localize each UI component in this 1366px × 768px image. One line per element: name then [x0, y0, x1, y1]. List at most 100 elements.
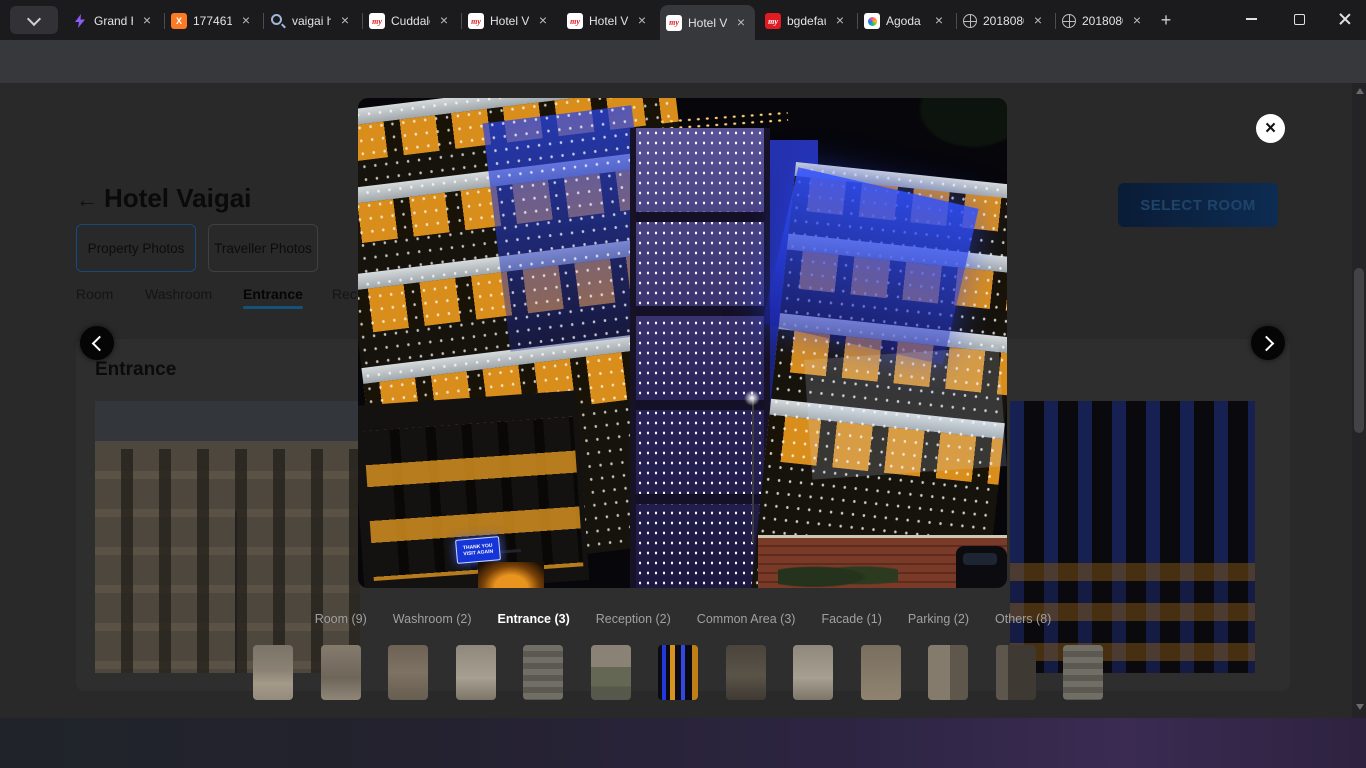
tab-title: Cuddalo [391, 14, 430, 28]
photo-lamp-post [752, 398, 754, 543]
photo-thumbnail[interactable] [793, 645, 833, 700]
lightning-favicon-icon [72, 13, 88, 29]
taskbar: 4 28°C Partly cloudy Search ⚙ X [0, 718, 1366, 768]
tab-title: 2018080 [1082, 14, 1123, 28]
tab-title: Agoda | [886, 14, 925, 28]
browser-tab[interactable]: 2018080 × [957, 5, 1052, 37]
photo-thumbnail[interactable] [523, 645, 563, 700]
category-room[interactable]: Room (9) [315, 612, 367, 626]
traveller-photos-tab[interactable]: Traveller Photos [208, 224, 318, 272]
carousel-previous-photo[interactable] [95, 401, 360, 673]
tab-close-icon[interactable]: × [1129, 13, 1145, 29]
tab-close-icon[interactable]: × [337, 13, 353, 29]
page-title: Hotel Vaigai [104, 183, 251, 214]
globe-favicon-icon [1062, 14, 1076, 28]
photo-thumbnail[interactable] [1063, 645, 1103, 700]
close-icon [1339, 13, 1351, 25]
photo-lamp-light [744, 390, 760, 406]
category-common-area[interactable]: Common Area (3) [697, 612, 796, 626]
previous-photo-button[interactable] [80, 326, 114, 360]
tab-close-icon[interactable]: × [931, 13, 947, 29]
browser-tab[interactable]: Agoda | × [858, 5, 953, 37]
gallery-main-photo[interactable]: THANK YOU VISIT AGAIN [358, 98, 1007, 588]
photo-thumbnail[interactable] [996, 645, 1036, 700]
property-photos-tab[interactable]: Property Photos [76, 224, 196, 272]
tab-title: Grand H [94, 14, 133, 28]
window-minimize-button[interactable] [1228, 0, 1274, 38]
photo-thumbnail-selected[interactable] [658, 645, 698, 700]
photo-thumbnail[interactable] [591, 645, 631, 700]
tab-close-icon[interactable]: × [436, 13, 452, 29]
photo-pole [235, 511, 237, 673]
tab-reception[interactable]: Rec [332, 286, 357, 302]
globe-favicon-icon [963, 14, 977, 28]
photo-welcome-sign: THANK YOU VISIT AGAIN [455, 536, 501, 564]
tab-close-icon[interactable]: × [634, 13, 650, 29]
browser-tab[interactable]: X 1774614 × [165, 5, 260, 37]
tab-room[interactable]: Room [76, 286, 113, 302]
photo-thumbnail[interactable] [321, 645, 361, 700]
tab-close-icon[interactable]: × [832, 13, 848, 29]
scrollbar-thumb[interactable] [1354, 268, 1364, 433]
category-facade[interactable]: Facade (1) [821, 612, 881, 626]
photo-plants [778, 560, 898, 588]
browser-tab[interactable]: 2018080 × [1056, 5, 1151, 37]
browser-tab-active[interactable]: my Hotel Va × [660, 5, 755, 40]
photo-thumbnail[interactable] [861, 645, 901, 700]
chevron-left-icon [91, 335, 107, 351]
photo-windows [95, 449, 360, 673]
chevron-right-icon [1258, 335, 1274, 351]
carousel-next-photo[interactable] [1010, 401, 1255, 673]
makemytrip-favicon-icon: my [468, 13, 484, 29]
tab-close-icon[interactable]: × [733, 15, 749, 31]
sign-line-2: VISIT AGAIN [463, 549, 493, 558]
search-favicon-icon [270, 13, 286, 29]
tab-title: Hotel Va [490, 14, 529, 28]
tab-title: Hotel Va [589, 14, 628, 28]
gallery-close-button[interactable]: × [1256, 114, 1285, 143]
category-entrance[interactable]: Entrance (3) [498, 612, 570, 626]
chevron-down-icon [27, 11, 41, 25]
new-tab-button[interactable]: + [1155, 10, 1177, 32]
browser-tab[interactable]: my bgdefaul × [759, 5, 854, 37]
makemytrip-red-favicon-icon: my [765, 13, 781, 29]
photo-thumbnail[interactable] [253, 645, 293, 700]
photo-car [956, 546, 1007, 588]
entrance-heading: Entrance [95, 359, 176, 381]
photo-thumbnail[interactable] [456, 645, 496, 700]
agoda-favicon-icon [864, 13, 880, 29]
screen: Grand H × X 1774614 × vaigai ho × my Cud… [0, 0, 1366, 768]
tab-entrance[interactable]: Entrance [243, 286, 303, 302]
category-parking[interactable]: Parking (2) [908, 612, 969, 626]
category-others[interactable]: Others (8) [995, 612, 1051, 626]
category-washroom[interactable]: Washroom (2) [393, 612, 472, 626]
next-photo-button[interactable] [1251, 326, 1285, 360]
category-reception[interactable]: Reception (2) [596, 612, 671, 626]
select-room-button[interactable]: SELECT ROOM [1118, 183, 1278, 227]
xampp-favicon-icon: X [171, 13, 187, 29]
tab-washroom[interactable]: Washroom [145, 286, 212, 302]
browser-tab[interactable]: my Hotel Va × [462, 5, 557, 37]
tab-close-icon[interactable]: × [139, 13, 155, 29]
makemytrip-favicon-icon: my [567, 13, 583, 29]
tab-close-icon[interactable]: × [535, 13, 551, 29]
tab-close-icon[interactable]: × [238, 13, 254, 29]
page-back-arrow-icon[interactable]: ← [76, 187, 98, 213]
photo-thumbnail[interactable] [388, 645, 428, 700]
tab-title: 1774614 [193, 14, 232, 28]
window-restore-button[interactable] [1276, 0, 1322, 38]
browser-tab[interactable]: my Cuddalo × [363, 5, 458, 37]
scrollbar-down-arrow[interactable] [1356, 704, 1364, 710]
photo-thumbnail[interactable] [726, 645, 766, 700]
photo-white-curtain [804, 346, 1007, 479]
tab-title: Hotel Va [688, 16, 727, 30]
photo-thumbnail[interactable] [928, 645, 968, 700]
photo-palm-silhouette [913, 98, 1007, 152]
browser-tab[interactable]: Grand H × [66, 5, 161, 37]
browser-tab[interactable]: my Hotel Va × [561, 5, 656, 37]
tab-search-button[interactable] [10, 6, 58, 34]
tab-close-icon[interactable]: × [1030, 13, 1046, 29]
scrollbar-up-arrow[interactable] [1356, 88, 1364, 94]
window-close-button[interactable] [1324, 0, 1366, 38]
browser-tab[interactable]: vaigai ho × [264, 5, 359, 37]
